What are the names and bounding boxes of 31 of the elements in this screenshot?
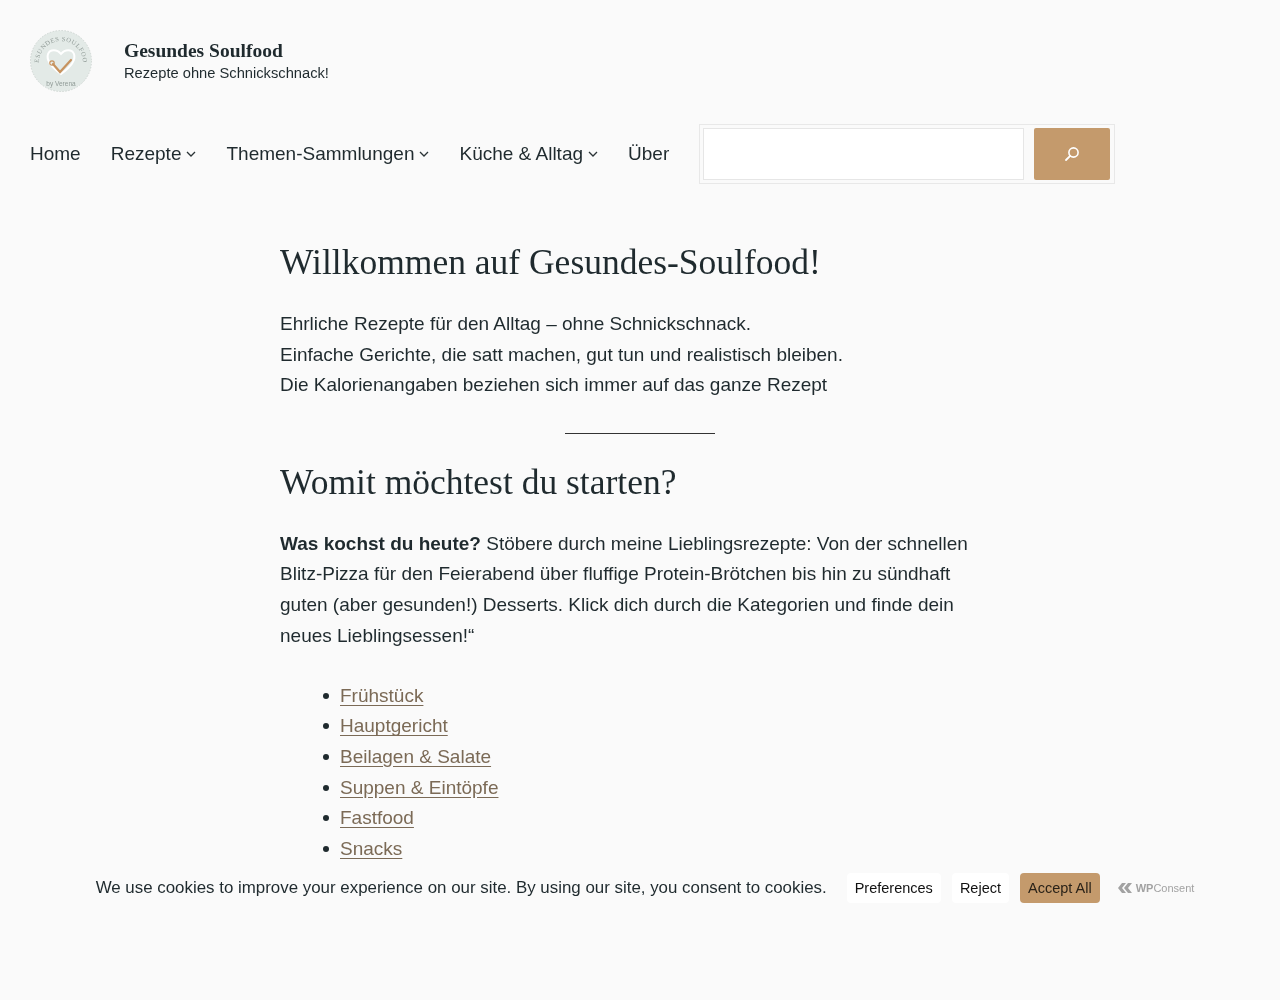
bullet-icon — [323, 815, 329, 822]
cookie-button[interactable]: Preferences — [846, 873, 941, 904]
category-link[interactable]: Snacks — [340, 836, 403, 861]
nav-link[interactable]: Küche & Alltag — [459, 143, 599, 165]
category-link[interactable]: Hauptgericht — [340, 714, 448, 739]
category-link[interactable]: Suppen & Eintöpfe — [340, 775, 499, 800]
intro-paragraph: Was kochst du heute? Stöbere durch meine Lieblingsrezepte: Von der schnellen Blitz-Pizza für den Feierabend über fluffige Protein-Brötchen bis hin zu sündhaft guten (aber gesunden!) Desserts. Klick dich durch die Kategorien und finde dein neues Lieblingsessen!“ — [280, 531, 969, 648]
brand-logo-icon — [1116, 882, 1133, 895]
bullet-icon — [323, 692, 329, 699]
nav-link[interactable]: Home — [30, 143, 81, 165]
site-tagline: Rezepte ohne Schnickschnack! — [124, 64, 329, 84]
bullet-icon — [323, 754, 329, 761]
nav-link[interactable]: Über — [628, 143, 670, 165]
category-link[interactable]: Beilagen & Salate — [340, 745, 492, 770]
cookie-button[interactable]: Accept All — [1020, 873, 1100, 904]
cookie-button[interactable]: Reject — [951, 873, 1009, 904]
bullet-icon — [323, 784, 329, 791]
category-link[interactable]: Frühstück — [340, 683, 424, 708]
nav-link[interactable]: Rezepte — [110, 143, 197, 165]
bullet-icon — [323, 845, 329, 852]
site-title[interactable]: Gesundes Soulfood — [124, 38, 329, 63]
section-heading: Womit möchtest du starten? — [280, 460, 678, 504]
category-link[interactable]: Fastfood — [340, 806, 414, 831]
intro-text: Ehrliche Rezepte für den Alltag – ohne Schnickschnack. Einfache Gerichte, die satt machen, gut tun und realistisch bleiben. Die Kalorienangaben beziehen sich immer auf das ganze Rezept — [280, 312, 844, 398]
search-icon — [1064, 146, 1081, 162]
bullet-icon — [323, 723, 329, 730]
cookie-message: We use cookies to improve your experience on our site. By using our site, you consent to cookies. — [95, 878, 827, 899]
search-field[interactable] — [703, 128, 1025, 180]
search-button[interactable] — [1034, 128, 1111, 180]
page-heading: Willkommen auf Gesundes-Soulfood! — [280, 241, 822, 284]
nav-link[interactable]: Themen-Sammlungen — [226, 143, 430, 165]
